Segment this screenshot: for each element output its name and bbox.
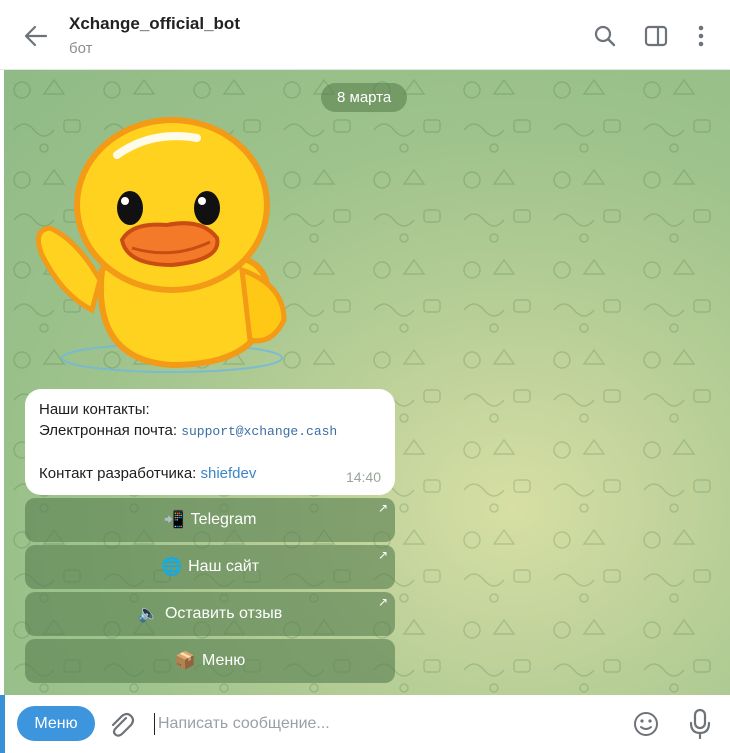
message-line-email: Электронная почта: support@xchange.cash <box>39 420 381 442</box>
inline-button-label: Оставить отзыв <box>164 605 283 622</box>
external-link-icon: ↗ <box>377 595 388 609</box>
composer-accent <box>0 695 5 753</box>
inline-button-telegram[interactable]: 📲 Telegram ↗ <box>25 498 395 542</box>
duck-sticker[interactable] <box>22 110 292 380</box>
chat-title[interactable]: Xchange_official_bot <box>69 14 240 34</box>
date-separator: 8 марта <box>321 83 408 112</box>
inline-button-menu[interactable]: 📦 Меню <box>25 639 395 683</box>
chat-subtitle: бот <box>69 40 93 57</box>
message-bubble: Наши контакты: Электронная почта: suppor… <box>25 389 395 495</box>
email-label: Электронная почта: <box>39 422 178 439</box>
bot-menu-button[interactable]: Меню <box>17 706 95 741</box>
smiley-icon[interactable] <box>632 710 660 738</box>
inline-button-label: Наш сайт <box>188 558 260 575</box>
message-composer: Меню <box>0 695 730 753</box>
inline-button-website[interactable]: 🌐 Наш сайт ↗ <box>25 545 395 589</box>
external-link-icon: ↗ <box>377 501 388 515</box>
inline-button-label: Telegram <box>190 511 257 528</box>
chat-area: 8 марта Наши контакты: Электронная почта… <box>4 70 730 695</box>
dev-link[interactable]: shiefdev <box>201 465 257 482</box>
external-link-icon: ↗ <box>377 548 388 562</box>
phone-arrow-icon: 📲 <box>163 510 185 529</box>
message-time: 14:40 <box>345 469 381 485</box>
more-vertical-icon[interactable] <box>688 23 714 49</box>
inline-button-review[interactable]: 🔈 Оставить отзыв ↗ <box>25 592 395 636</box>
arrow-left-icon[interactable] <box>22 22 50 50</box>
globe-icon: 🌐 <box>160 557 183 576</box>
package-icon: 📦 <box>174 651 196 670</box>
chat-header: Xchange_official_bot бот <box>0 0 730 70</box>
sidebar-toggle-icon[interactable] <box>643 23 669 49</box>
paperclip-icon[interactable] <box>107 709 135 739</box>
search-icon[interactable] <box>592 23 618 49</box>
email-code[interactable]: support@xchange.cash <box>181 424 337 439</box>
text-caret <box>154 713 155 735</box>
inline-button-label: Меню <box>201 652 246 669</box>
message-line-contacts: Наши контакты: <box>39 401 150 418</box>
message-line-dev: Контакт разработчика: shiefdev <box>39 463 381 484</box>
message-input[interactable] <box>158 707 598 741</box>
dev-label: Контакт разработчика: <box>39 465 197 482</box>
speaker-icon: 🔈 <box>137 604 159 623</box>
microphone-icon[interactable] <box>688 707 712 741</box>
